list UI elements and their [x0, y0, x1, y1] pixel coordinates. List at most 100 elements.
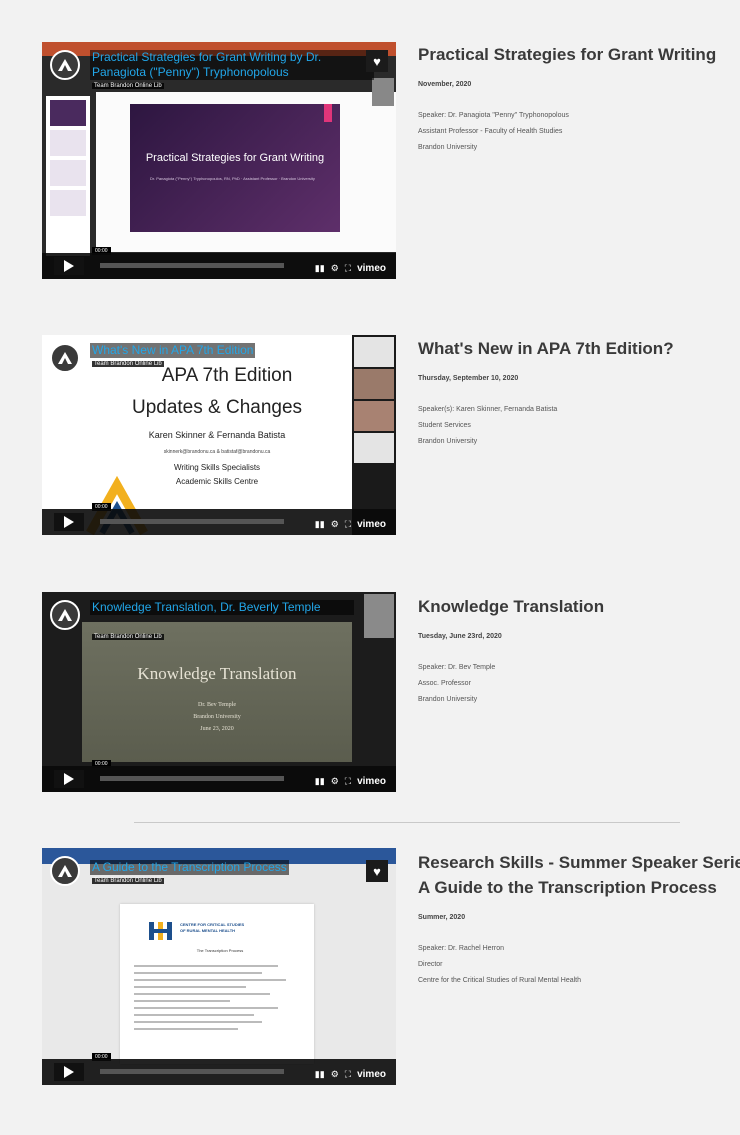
control-icons: ▮▮ ⚙ ⛶ vimeo — [315, 263, 386, 274]
volume-icon[interactable]: ▮▮ — [315, 519, 325, 530]
doc-subheading: The Transcription Process — [196, 948, 244, 953]
slide-line: APA 7th Edition — [161, 365, 293, 386]
vimeo-logo[interactable]: vimeo — [357, 776, 386, 787]
entry-title: Practical Strategies for Grant Writing — [418, 45, 717, 64]
video-player-4[interactable]: CENTRE FOR CRITICAL STUDIES OF RURAL MEN… — [42, 848, 396, 1085]
slide-thumbnails — [46, 96, 90, 256]
fullscreen-icon[interactable]: ⛶ — [345, 263, 351, 274]
video-info-3: Knowledge Translation Tuesday, June 23rd… — [418, 596, 740, 708]
detail-line: Brandon University — [418, 696, 478, 703]
fullscreen-icon[interactable]: ⛶ — [345, 776, 351, 787]
play-icon[interactable] — [54, 1063, 84, 1081]
play-icon[interactable] — [54, 257, 84, 275]
progress-bar[interactable] — [100, 519, 284, 524]
webcam-thumb — [372, 78, 394, 106]
document-page: CENTRE FOR CRITICAL STUDIES OF RURAL MEN… — [120, 904, 314, 1064]
detail-line: Speaker: Dr. Panagiota "Penny" Tryphonop… — [418, 112, 569, 119]
video-title[interactable]: A Guide to the Transcription Process — [90, 860, 289, 875]
webcam-thumb — [364, 594, 394, 638]
volume-icon[interactable]: ▮▮ — [315, 776, 325, 787]
doc-body — [134, 960, 294, 1035]
channel-logo-icon[interactable] — [50, 50, 80, 80]
control-icons: ▮▮ ⚙ ⛶ vimeo — [315, 1069, 386, 1080]
participant-tile — [354, 337, 394, 367]
detail-line: Student Services — [418, 422, 471, 429]
slide: Knowledge Translation Dr. Bev Temple Bra… — [82, 622, 352, 762]
entry-details: Speaker(s): Karen Skinner, Fernanda Bati… — [418, 402, 740, 450]
doc-heading: CENTRE FOR CRITICAL STUDIES OF RURAL MEN… — [180, 922, 245, 933]
video-info-1: Practical Strategies for Grant Writing N… — [418, 44, 740, 156]
slide-line: June 23, 2020 — [200, 726, 234, 732]
team-label[interactable]: Team Brandon Online Lib — [92, 878, 164, 884]
slide: Practical Strategies for Grant Writing D… — [130, 104, 340, 232]
player-controls: ▮▮ ⚙ ⛶ vimeo — [42, 766, 396, 792]
centre-logo-icon — [149, 922, 172, 940]
detail-line: Assoc. Professor — [418, 680, 471, 687]
slide-title: Practical Strategies for Grant Writing — [145, 152, 325, 164]
video-player-3[interactable]: Knowledge Translation Dr. Bev Temple Bra… — [42, 592, 396, 792]
slide-line: Dr. Bev Temple — [198, 702, 236, 708]
vimeo-logo[interactable]: vimeo — [357, 263, 386, 274]
progress-bar[interactable] — [100, 776, 284, 781]
slide-area: APA 7th Edition Updates & Changes Karen … — [42, 335, 352, 535]
section-divider — [134, 822, 680, 823]
webcam-panel — [352, 335, 396, 535]
volume-icon[interactable]: ▮▮ — [315, 1069, 325, 1080]
entry-title: What's New in APA 7th Edition? — [418, 339, 674, 358]
fullscreen-icon[interactable]: ⛶ — [345, 519, 351, 530]
video-info-4: Research Skills - Summer Speaker Series:… — [418, 852, 740, 989]
entry-date: Summer, 2020 — [418, 914, 466, 921]
slide-line: Updates & Changes — [131, 397, 303, 418]
video-player-2[interactable]: APA 7th Edition Updates & Changes Karen … — [42, 335, 396, 535]
heart-icon[interactable]: ♥ — [366, 50, 388, 72]
player-controls: ▮▮ ⚙ ⛶ vimeo — [42, 1059, 396, 1085]
detail-line: Director — [418, 961, 443, 968]
participant-tile — [354, 433, 394, 463]
entry-title-line-1: Research Skills - Summer Speaker Series: — [418, 853, 740, 872]
volume-icon[interactable]: ▮▮ — [315, 263, 325, 274]
vimeo-logo[interactable]: vimeo — [357, 519, 386, 530]
fullscreen-icon[interactable]: ⛶ — [345, 1069, 351, 1080]
player-controls: ▮▮ ⚙ ⛶ vimeo — [42, 253, 396, 279]
control-icons: ▮▮ ⚙ ⛶ vimeo — [315, 776, 386, 787]
control-icons: ▮▮ ⚙ ⛶ vimeo — [315, 519, 386, 530]
progress-bar[interactable] — [100, 263, 284, 268]
progress-bar[interactable] — [100, 1069, 284, 1074]
detail-line: Speaker(s): Karen Skinner, Fernanda Bati… — [418, 406, 558, 413]
entry-date: Tuesday, June 23rd, 2020 — [418, 633, 502, 640]
entry-details: Speaker: Dr. Rachel Herron Director Cent… — [418, 941, 740, 989]
settings-icon[interactable]: ⚙ — [331, 263, 339, 274]
channel-logo-icon[interactable] — [50, 343, 80, 373]
play-icon[interactable] — [54, 513, 84, 531]
detail-line: Speaker: Dr. Rachel Herron — [418, 945, 504, 952]
slide-line: Brandon University — [193, 714, 241, 720]
entry-title-line-2: A Guide to the Transcription Process — [418, 878, 717, 897]
settings-icon[interactable]: ⚙ — [331, 519, 339, 530]
detail-line: Assistant Professor - Faculty of Health … — [418, 128, 563, 135]
vimeo-logo[interactable]: vimeo — [357, 1069, 386, 1080]
video-title[interactable]: What's New in APA 7th Edition — [90, 343, 256, 358]
detail-line: Speaker: Dr. Bev Temple — [418, 664, 496, 671]
team-label[interactable]: Team Brandon Online Lib — [92, 361, 164, 367]
team-label[interactable]: Team Brandon Online Lib — [92, 83, 164, 89]
channel-logo-icon[interactable] — [50, 600, 80, 630]
detail-line: Brandon University — [418, 144, 478, 151]
entry-details: Speaker: Dr. Panagiota "Penny" Tryphonop… — [418, 108, 740, 156]
video-player-1[interactable]: Practical Strategies for Grant Writing D… — [42, 42, 396, 279]
settings-icon[interactable]: ⚙ — [331, 1069, 339, 1080]
settings-icon[interactable]: ⚙ — [331, 776, 339, 787]
detail-line: Centre for the Critical Studies of Rural… — [418, 977, 582, 984]
video-info-2: What's New in APA 7th Edition? Thursday,… — [418, 338, 740, 450]
video-title[interactable]: Knowledge Translation, Dr. Beverly Templ… — [90, 600, 354, 615]
heart-icon[interactable]: ♥ — [366, 860, 388, 882]
entry-details: Speaker: Dr. Bev Temple Assoc. Professor… — [418, 660, 740, 708]
slide-line: Karen Skinner & Fernanda Batista — [148, 430, 286, 440]
channel-logo-icon[interactable] — [50, 856, 80, 886]
detail-line: Brandon University — [418, 438, 478, 445]
team-label[interactable]: Team Brandon Online Lib — [92, 634, 164, 640]
entry-title: Knowledge Translation — [418, 597, 605, 616]
slide-subtitle: Dr. Panagiota ("Penny") Tryphonopoulos, … — [150, 176, 315, 181]
slide-area: Practical Strategies for Grant Writing D… — [96, 92, 396, 252]
play-icon[interactable] — [54, 770, 84, 788]
video-title[interactable]: Practical Strategies for Grant Writing b… — [90, 50, 374, 80]
